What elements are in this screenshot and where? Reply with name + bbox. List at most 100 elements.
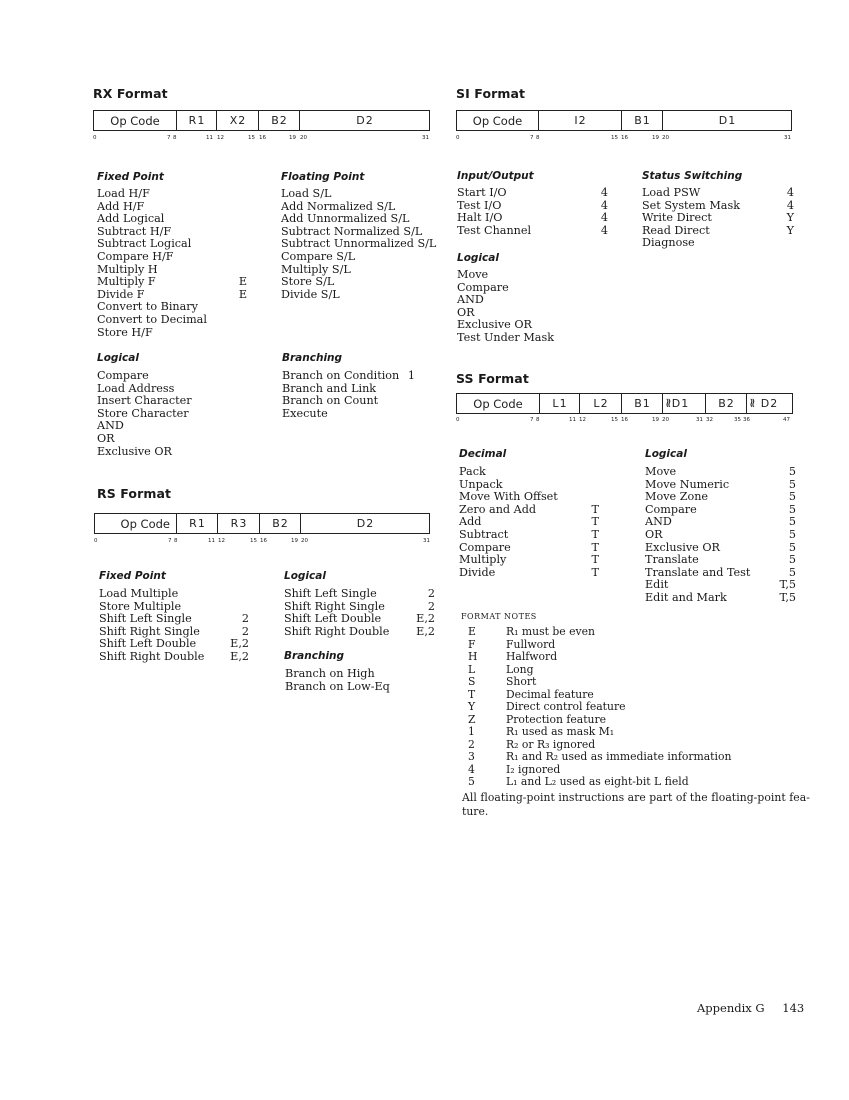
field-label: D: [718, 114, 728, 127]
note-text: R₁ and R₂ used as immediate information: [506, 750, 732, 763]
bit-label: 7: [168, 538, 172, 544]
note-key: S: [468, 675, 476, 688]
bit-label: 0: [456, 135, 460, 141]
bit-label: 16: [621, 135, 628, 141]
si-field-opcode: Op Code: [457, 111, 539, 130]
rs-logical-heading: Logical: [284, 570, 326, 582]
ss-field-b1: B1: [622, 394, 663, 413]
format-note-row: S Short: [462, 675, 802, 689]
bit-label: 19: [289, 135, 296, 141]
instruction-name: Exclusive OR: [457, 318, 532, 332]
instruction-name: Branch on Low-Eq: [285, 679, 390, 693]
instruction-name: Set System Mask: [642, 198, 740, 212]
footer-section-label: Appendix G: [697, 1001, 765, 1015]
rx-bit-positions: 0 7 8 11 12 15 16 19 20 31: [93, 135, 430, 143]
si-bit-positions: 0 7 8 15 16 19 20 31: [456, 135, 792, 143]
instruction-name: Store Multiple: [99, 599, 182, 613]
rx-field-x2: X2: [217, 111, 259, 130]
bit-label: 15: [248, 135, 255, 141]
note-text: Halfword: [506, 650, 558, 663]
bit-label: 16: [260, 538, 267, 544]
bit-label: 31: [784, 135, 791, 141]
instruction-name: Store Character: [97, 406, 189, 420]
instruction-note: T: [591, 553, 599, 567]
footnote-line: All floating-point instructions are part…: [462, 791, 810, 804]
page-number: 143: [782, 1001, 805, 1015]
note-key: H: [468, 650, 478, 663]
si-status-list: Load PSW 4 Set System Mask 4 Write Direct Y Re…: [642, 186, 794, 250]
rx-floating-point-list: Load S/L Add Normalized S/L Add Unnormaliz…: [281, 187, 441, 302]
field-subscript: 1: [197, 114, 205, 127]
instruction-name: Test I/O: [457, 198, 502, 212]
instruction-name: Test Channel: [457, 223, 532, 237]
instruction-name: Divide: [459, 565, 496, 579]
instruction-note: 2: [241, 612, 249, 626]
instruction-row: Test Under Mask: [457, 331, 608, 345]
instruction-name: Insert Character: [97, 394, 192, 408]
instruction-name: Exclusive OR: [97, 444, 172, 458]
instruction-name: Multiply S/L: [281, 262, 351, 276]
field-subscript: 2: [366, 517, 374, 530]
format-note-row: 1 R₁ used as mask M₁: [462, 725, 802, 739]
rx-field-d2: D2: [300, 111, 429, 130]
ss-field-d1: ≀≀ D 1: [663, 394, 706, 413]
instruction-name: Shift Right Double: [99, 649, 205, 663]
instruction-row: Divide T: [459, 565, 599, 580]
format-notes-list: E R₁ must be even F Fullword H Halfword L Long S…: [462, 625, 802, 789]
instruction-note: 5: [788, 490, 796, 504]
instruction-name: OR: [457, 305, 475, 319]
instruction-name: Move: [457, 268, 489, 281]
instruction-note: T: [591, 565, 599, 579]
field-label: R: [188, 114, 197, 127]
instruction-name: Add Unnormalized S/L: [281, 212, 410, 226]
instruction-name: Edit: [645, 578, 669, 592]
instruction-row: Divide S/L: [281, 288, 441, 302]
instruction-name: Subtract Normalized S/L: [281, 224, 423, 238]
ss-field-b2: B2: [706, 394, 747, 413]
note-text: Direct control feature: [506, 700, 626, 713]
instruction-note: T: [591, 527, 599, 541]
si-format-diagram: Op Code I2 B1 D1: [456, 110, 792, 131]
instruction-note: Y: [786, 211, 794, 225]
field-label: Op Code: [472, 113, 523, 128]
bit-label: 35: [734, 417, 741, 423]
instruction-note: Y: [786, 223, 794, 237]
field-label: R: [230, 517, 239, 530]
instruction-name: Branch and Link: [282, 381, 377, 395]
instruction-name: Convert to Binary: [97, 300, 198, 314]
instruction-name: Load S/L: [281, 187, 332, 200]
instruction-name: Compare S/L: [281, 249, 356, 263]
field-subscript: 1: [681, 397, 689, 410]
instruction-note: 4: [600, 211, 608, 225]
field-subscript: 1: [642, 114, 650, 127]
instruction-name: Multiply F: [97, 275, 156, 289]
instruction-name: Write Direct: [642, 211, 712, 225]
instruction-name: Store H/F: [97, 325, 153, 339]
si-logical-list: Move Compare AND OR Exclusive OR Test Under M…: [457, 268, 608, 345]
note-key: 1: [468, 725, 475, 738]
rs-field-b2: B2: [260, 514, 301, 533]
instruction-name: Unpack: [459, 477, 503, 491]
field-label: D: [671, 397, 681, 410]
instruction-name: OR: [645, 527, 663, 541]
instruction-name: Diagnose: [642, 236, 695, 250]
field-label: Op Code: [120, 516, 170, 531]
bit-label: 8: [173, 135, 177, 141]
bit-label: 31: [422, 135, 429, 141]
field-subscript: 1: [642, 397, 650, 410]
instruction-name: Compare H/F: [97, 249, 174, 263]
instruction-name: Subtract H/F: [97, 224, 172, 238]
instruction-note: 5: [788, 553, 796, 567]
rs-field-r3: R3: [218, 514, 260, 533]
note-key: E: [468, 625, 476, 638]
instruction-name: Convert to Decimal: [97, 312, 207, 326]
rx-format-title: RX Format: [93, 86, 168, 101]
instruction-note: 4: [600, 223, 608, 237]
field-label: D: [760, 397, 770, 410]
si-io-list: Start I/O 4 Test I/O 4 Halt I/O 4 Test Channel…: [457, 186, 608, 237]
page-footer: Appendix G 143: [697, 1001, 804, 1015]
instruction-name: Add Logical: [97, 212, 165, 226]
bit-label: 12: [218, 538, 225, 544]
instruction-name: Shift Left Single: [284, 587, 377, 600]
bit-label: 36: [743, 417, 750, 423]
